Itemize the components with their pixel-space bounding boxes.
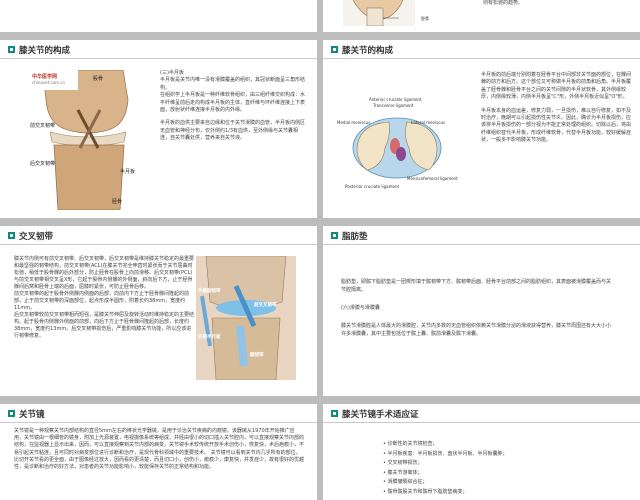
list-item: 半月板疾患：半月板损伤、盘状半月板、半月板囊肿； (383, 450, 623, 460)
slide2-text: 则有松驰的趋势。 (483, 0, 524, 6)
slide-fat-pad: 脂肪垫 脂肪垫，即髌下脂肪垫是一团楔形填于髌韧带下方、髌韧带后面、胫骨平台前部之… (323, 226, 640, 396)
knee-image-top (343, 0, 415, 26)
slide-title: 膝关节镜手术适应证 (342, 410, 419, 420)
list-item: 交叉韧带损伤； (383, 459, 623, 469)
label-medial-meniscus: Medial meniscus (337, 120, 371, 125)
slide-title: 膝关节的构成 (19, 46, 71, 56)
label-tibia-top: 胫骨 (421, 16, 429, 21)
header-divider (323, 422, 640, 423)
list-item: 诊断性的关节镜检查； (383, 440, 623, 450)
label-meniscofemoral: Meniscofemoral ligament (407, 176, 458, 181)
s4-para-2: 半月板本身的血运差，修复力弱，一旦损伤，难以自行修复，如不及时治疗，晚期可以引起… (481, 107, 632, 144)
logo-url: chinavet.com.cn (32, 80, 66, 85)
label-femur: 股骨 (93, 76, 104, 82)
slide-title: 关节镜 (19, 410, 45, 420)
knee-anatomy-image (28, 70, 148, 210)
label-anterior-cruciate: Anterior cruciate ligament (369, 97, 422, 102)
slide-header: 脂肪垫 (323, 226, 640, 246)
s3-para-1: 半月板是关节内唯一没有滑膜覆盖的组织，其冠状断面呈三角形结构。 (160, 77, 306, 91)
slide-header: 关节镜 (0, 404, 317, 424)
label-lcl: 外侧副韧带 (198, 289, 221, 294)
slide-arthroscope: 关节镜 关节镜是一种观察关节内部结构的直径5mm左右的棒状光学器械，是用于诊治关… (0, 404, 317, 500)
s4-para-1: 半月板的前后端分别附着在胫骨平台中间部非关节面的部位，在髁间棘的前方和后方。这个… (481, 72, 632, 101)
logo-text: 中华医学网 (32, 74, 58, 80)
list-item: 膝关节游离体； (383, 469, 623, 479)
label-lateral-meniscus: 外侧半月板 (198, 335, 221, 340)
s3-para-3: 半月板的血供主要来自边缘和位于关节滑膜的血管，半月板内侧区无血管和神经分布，仅外… (160, 120, 306, 142)
header-divider (323, 244, 640, 245)
s6-text: 脂肪垫，即髌下脂肪垫是一团楔形填于髌韧带下方、髌韧带后面、胫骨平台前部之间的脂肪… (341, 278, 611, 338)
s7-text: 关节镜是一种观察关节内部结构的直径5mm左右的棒状光学器械，是用于诊治关节疾病的… (14, 428, 305, 471)
title-marker-icon (8, 46, 15, 53)
slide-title: 膝关节的构成 (342, 46, 394, 56)
slide-header: 膝关节镜手术适应证 (323, 404, 640, 424)
header-divider (323, 58, 640, 59)
s6-para-3: 膝关节滑膜腔是人体最大的滑膜腔，关节内多数的无血管组织依赖关节滑膜分泌的滑液获得… (341, 323, 612, 337)
label-meniscus: 半月板 (120, 169, 136, 175)
s4-text: 半月板的前后端分别附着在胫骨平台中间部非关节面的部位，在髁间棘的前方和后方。这个… (481, 72, 631, 145)
s6-para-2: (六)滑膜与滑膜囊 (341, 305, 380, 311)
title-marker-icon (331, 410, 338, 417)
label-acl: 前交叉韧带 (30, 123, 56, 129)
s3-text: (三)半月板 半月板是关节内唯一没有滑膜覆盖的组织，其冠状断面呈三角形结构。 在… (160, 70, 305, 143)
s6-para-1: 脂肪垫，即髌下脂肪垫是一团楔形填于髌韧带下方、髌韧带后面、胫骨平台前部之间的脂肪… (341, 279, 612, 293)
slide-knee-structure-2: 膝关节的构成 Anterior cruciate ligament Transv… (323, 40, 640, 218)
slide-title: 脂肪垫 (342, 232, 368, 242)
label-patellar-ligament: 髌韧带 (250, 353, 264, 358)
title-marker-icon (8, 410, 15, 417)
ligament-image (196, 256, 296, 380)
slide-cruciate-ligaments: 交叉韧带 膝关节内侧可有前交叉韧带、后交叉韧带，后交叉韧带是维持膝关节稳定的最重… (0, 226, 317, 396)
list-item: 滑膜皱襞综合征； (383, 478, 623, 488)
slide-knee-structure-1: 膝关节的构成 中华医学网 chinavet.com.cn 股骨 前交叉韧带 后交… (0, 40, 317, 218)
s5-para-2: 前交叉韧带的起于股骨外侧髁内侧面的后部，向前内下方止于胫骨髁间隆起的前部，止于前… (14, 291, 190, 311)
title-marker-icon (8, 232, 15, 239)
header-divider (0, 422, 317, 423)
label-pcl: 后交叉韧带 (30, 161, 56, 167)
list-item: 髌骨髌股关节和髌骨下脂肪垫病变； (383, 488, 623, 498)
s5-para-1: 膝关节内侧可有前交叉韧带、后交叉韧带，后交叉韧带是维持膝关节稳定的最重要和最坚强… (14, 256, 195, 290)
slide-title: 交叉韧带 (19, 232, 54, 242)
slide-top-right: 胫骨 则有松驰的趋势。 (323, 0, 640, 32)
s3-para-2: 在组织学上半月板是一种纤维软骨组织，由三组纤维交织构成：水平纤维呈前后走向构成半… (160, 92, 306, 114)
label-transverse: Transverse ligament (373, 103, 414, 108)
header-divider (0, 244, 317, 245)
slide-top-left (0, 0, 317, 32)
slide-header: 膝关节的构成 (323, 40, 640, 60)
title-marker-icon (331, 46, 338, 53)
label-tibia: 胫骨 (112, 199, 123, 205)
title-marker-icon (331, 232, 338, 239)
s5-text: 膝关节内侧可有前交叉韧带、后交叉韧带，后交叉韧带是维持膝关节稳定的最重要和最坚强… (14, 256, 194, 340)
label-lateral-meniscus: Lateral meniscus (411, 120, 446, 125)
label-acl: 前交叉韧带 (254, 303, 277, 308)
indications-list: 诊断性的关节镜检查； 半月板疾患：半月板损伤、盘状半月板、半月板囊肿； 交叉韧带… (383, 440, 623, 497)
slide-indications: 膝关节镜手术适应证 诊断性的关节镜检查； 半月板疾患：半月板损伤、盘状半月板、半… (323, 404, 640, 500)
slide-header: 交叉韧带 (0, 226, 317, 246)
header-divider (0, 58, 317, 59)
slide-header: 膝关节的构成 (0, 40, 317, 60)
s5-para-3: 后交叉韧带较前交叉韧带粗而短强，是膝关节伸屈及旋转活动时维持稳定的主要结构。起于… (14, 312, 195, 339)
label-posterior-cruciate: Posterior cruciate ligament (345, 184, 400, 189)
